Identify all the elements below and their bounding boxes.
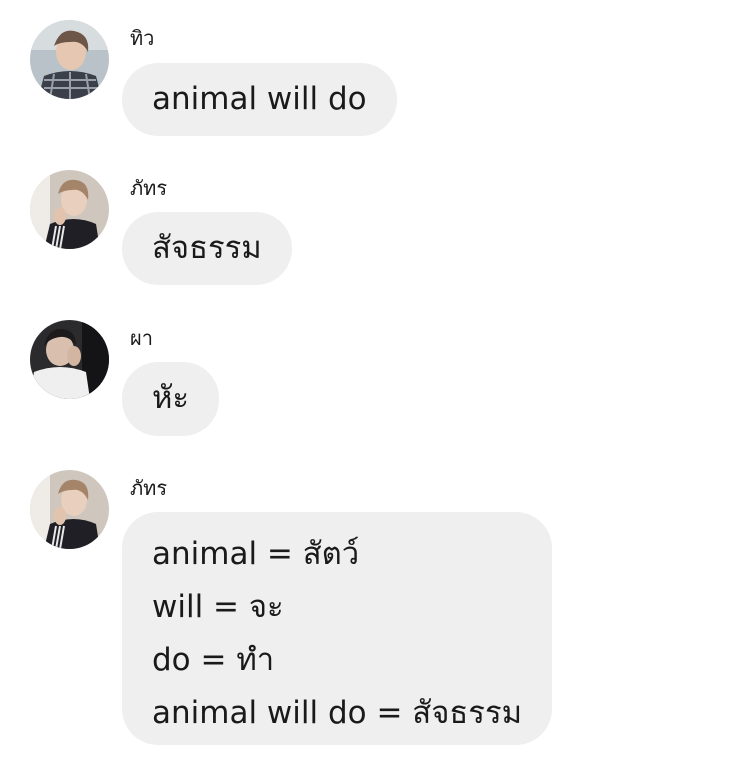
message-bubble[interactable]: animal = สัตว์ will = จะ do = ทำ animal … — [122, 512, 553, 745]
message-bubble[interactable]: สัจธรรม — [122, 212, 292, 285]
avatar[interactable] — [30, 170, 109, 249]
sender-name: ทิว — [130, 26, 155, 50]
avatar[interactable] — [30, 320, 109, 399]
message-text: หัะ — [152, 380, 190, 416]
message-text: do = ทำ — [152, 642, 275, 678]
message-text: will = จะ — [152, 589, 284, 625]
message-text: animal will do = สัจธรรม — [152, 695, 523, 731]
sender-name: ผา — [130, 326, 153, 350]
avatar[interactable] — [30, 470, 109, 549]
message-text: animal = สัตว์ — [152, 536, 360, 572]
message-bubble[interactable]: หัะ — [122, 362, 220, 436]
message-text: animal will do — [152, 81, 367, 117]
avatar[interactable] — [30, 20, 109, 99]
message-text: สัจธรรม — [152, 230, 262, 266]
sender-name: ภัทร — [130, 176, 168, 200]
message-bubble[interactable]: animal will do — [122, 63, 397, 136]
sender-name: ภัทร — [130, 476, 168, 500]
